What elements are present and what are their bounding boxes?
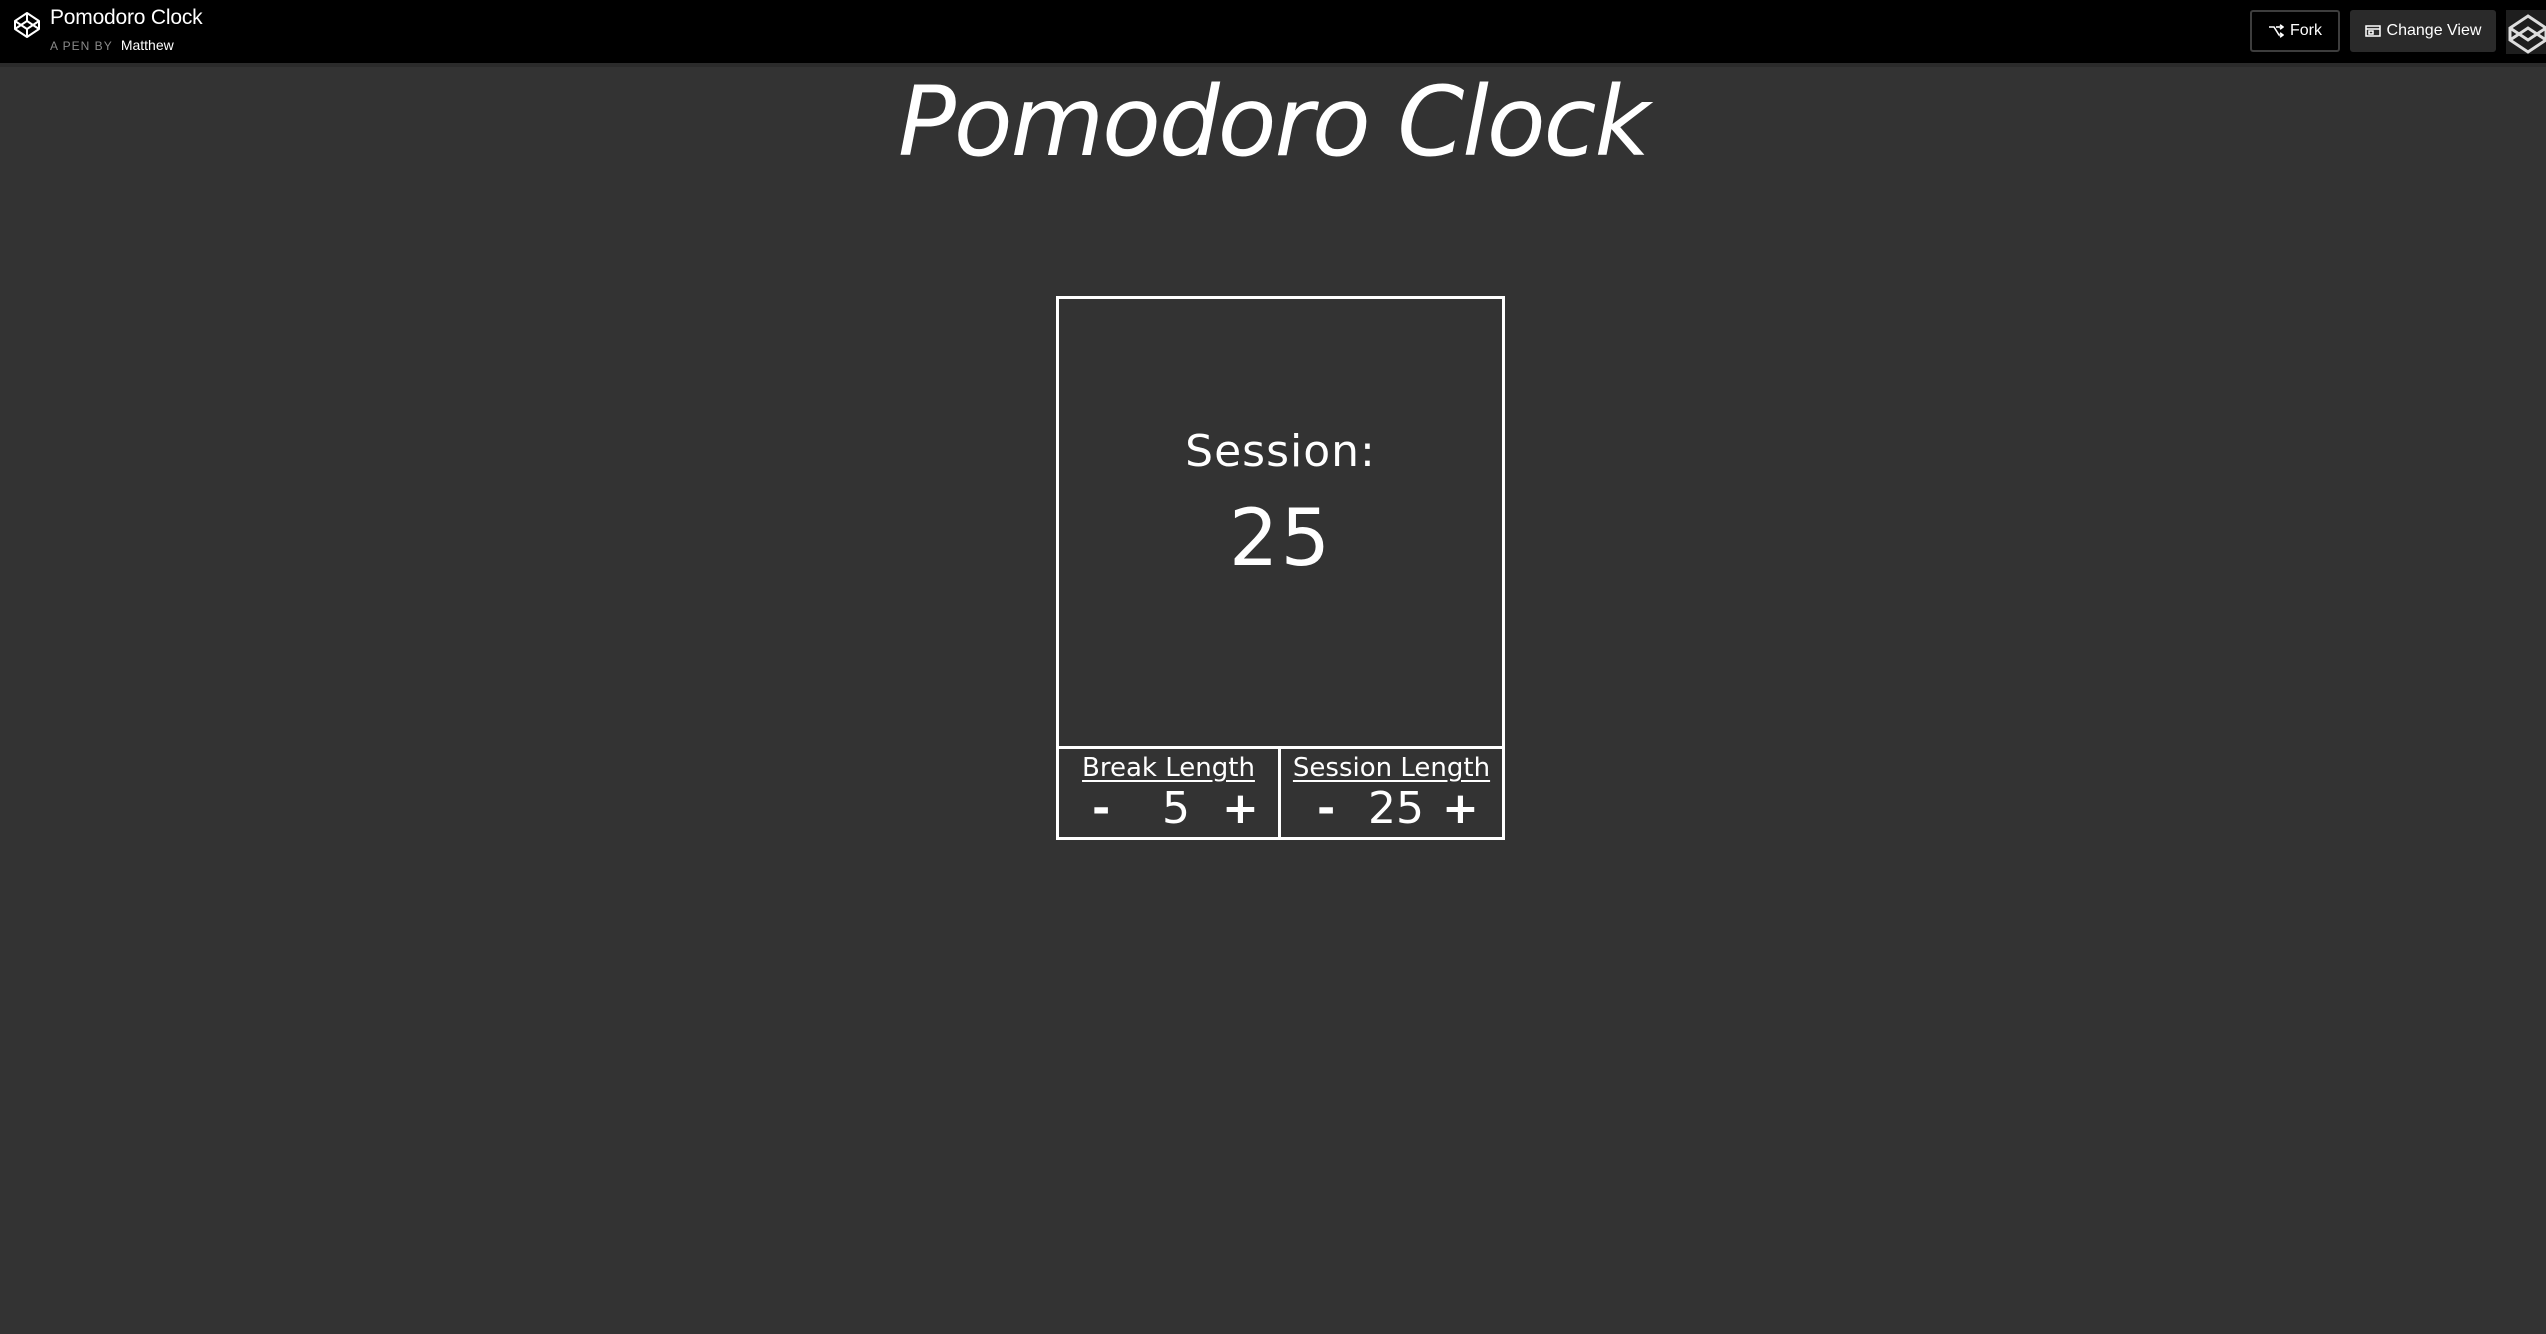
session-time: 25 — [1228, 494, 1333, 584]
session-label: Session: — [1185, 426, 1376, 477]
pen-title: Pomodoro Clock — [50, 6, 203, 29]
timer-display[interactable]: Session: 25 — [1059, 299, 1502, 749]
session-length-label[interactable]: Session Length — [1281, 753, 1502, 783]
codepen-logo-icon[interactable] — [12, 10, 42, 40]
break-length-label[interactable]: Break Length — [1059, 753, 1278, 783]
change-view-icon — [2364, 25, 2381, 37]
break-length-value: 5 — [1162, 783, 1190, 834]
session-decrement-button[interactable]: - — [1317, 781, 1335, 837]
avatar-icon[interactable] — [2506, 10, 2546, 54]
page-title: Pomodoro Clock — [897, 66, 1650, 178]
session-length-value: 25 — [1368, 783, 1424, 834]
pen-byline: A PEN BY Matthew — [50, 37, 174, 53]
change-view-label: Change View — [2386, 22, 2482, 39]
fork-icon — [2269, 24, 2284, 38]
session-length-control: Session Length - 25 + — [1281, 749, 1502, 837]
fork-label: Fork — [2290, 22, 2322, 39]
change-view-button[interactable]: Change View — [2350, 10, 2496, 52]
byline-prefix: A PEN BY — [50, 39, 113, 53]
codepen-header: Pomodoro Clock A PEN BY Matthew Fork Cha… — [0, 0, 2546, 67]
pomodoro-clock: Session: 25 Break Length - 5 + Session L… — [1056, 296, 1505, 840]
fork-button[interactable]: Fork — [2250, 10, 2340, 52]
break-length-control: Break Length - 5 + — [1059, 749, 1281, 837]
author-link[interactable]: Matthew — [121, 37, 174, 53]
break-increment-button[interactable]: + — [1222, 781, 1259, 837]
break-decrement-button[interactable]: - — [1092, 781, 1110, 837]
session-increment-button[interactable]: + — [1442, 781, 1479, 837]
